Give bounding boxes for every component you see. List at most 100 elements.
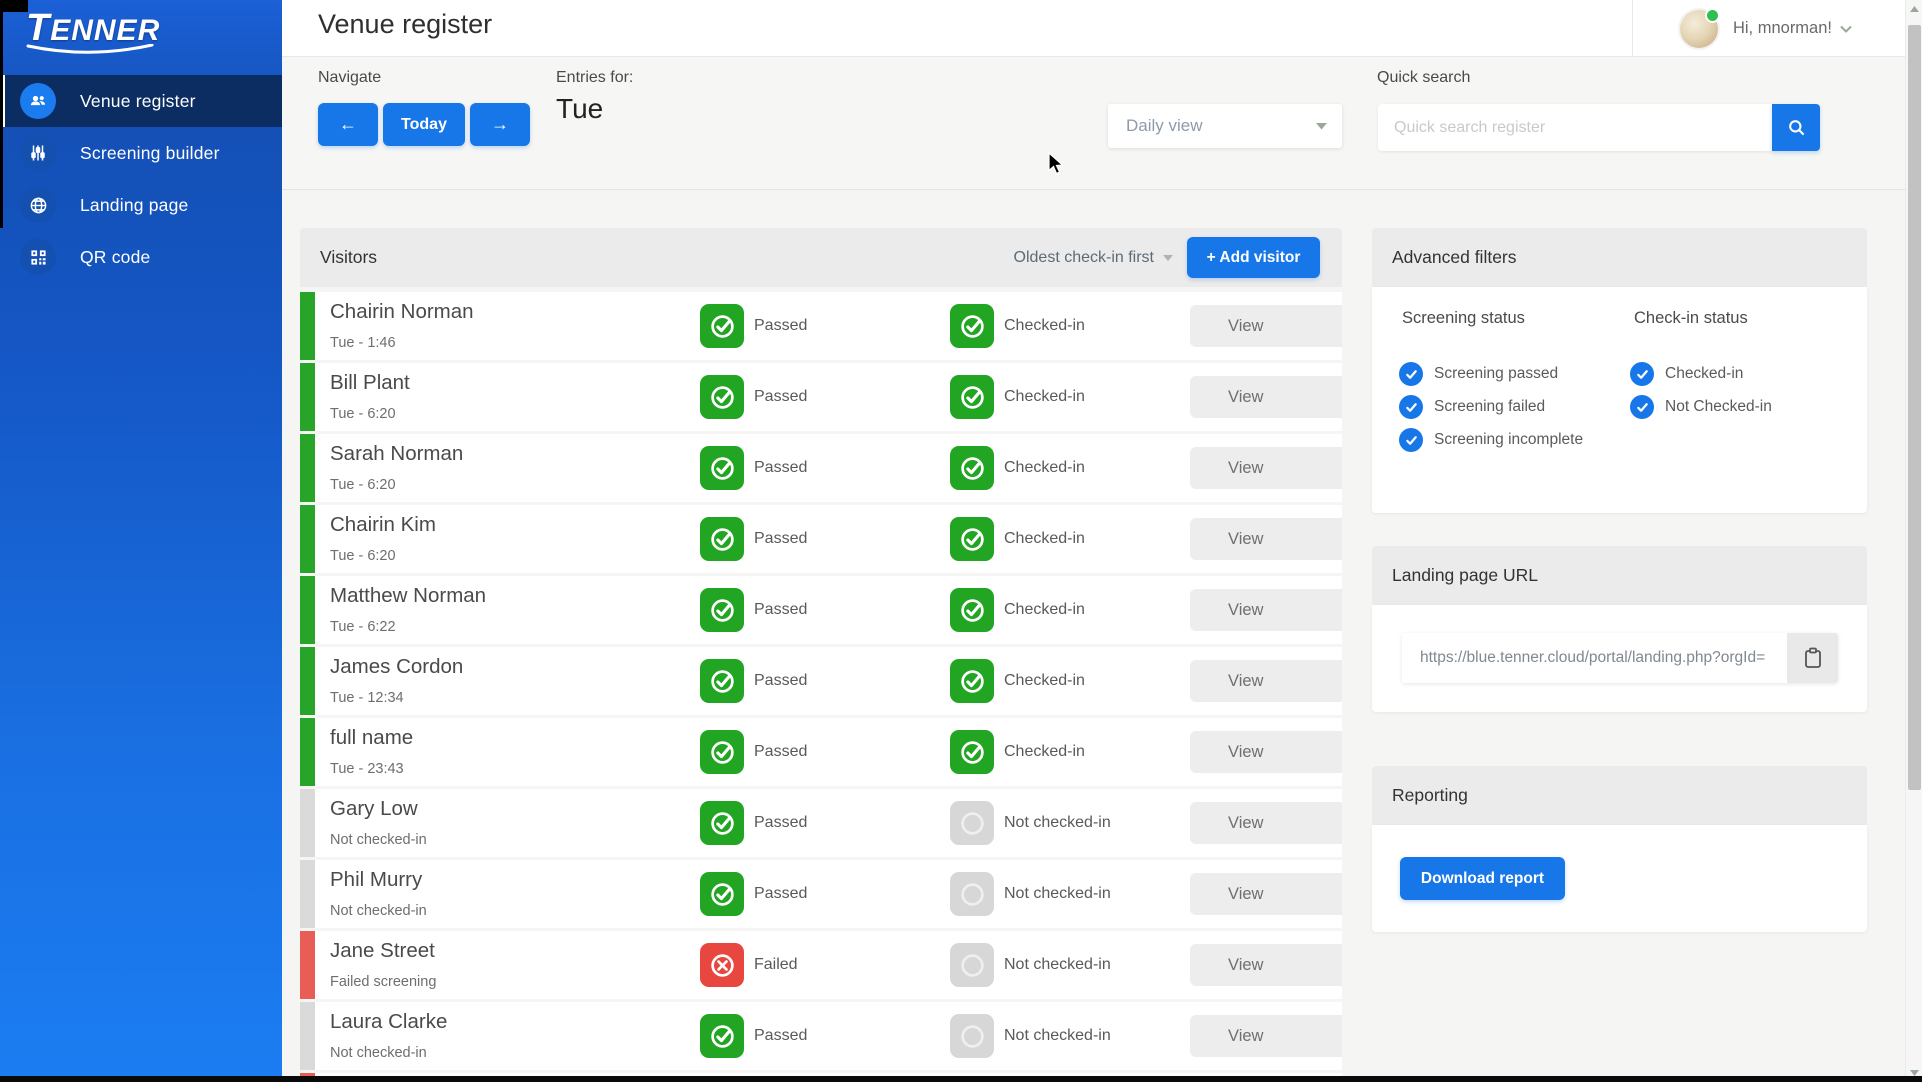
- copy-url-button[interactable]: [1787, 633, 1838, 683]
- sort-label: Oldest check-in first: [1013, 248, 1154, 266]
- page-scrollbar[interactable]: [1905, 0, 1922, 1082]
- visitor-name: Gary Low: [330, 797, 418, 820]
- reporting-body: Download report: [1372, 825, 1867, 932]
- row-status-bar: [300, 1002, 315, 1070]
- window-edge-artifact: [0, 0, 28, 12]
- sidebar-item-screening-builder[interactable]: Screening builder: [0, 127, 282, 179]
- filter-screening-passed[interactable]: Screening passed: [1399, 362, 1558, 386]
- screening-status-title: Screening status: [1402, 309, 1525, 327]
- visitor-subtitle: Not checked-in: [330, 903, 427, 919]
- reporting-title: Reporting: [1392, 785, 1468, 805]
- filter-screening-incomplete[interactable]: Screening incomplete: [1399, 428, 1583, 452]
- row-status-bar: [300, 718, 315, 786]
- brand-logo-text: TENNER: [26, 7, 161, 49]
- reporting-card: Reporting Download report: [1372, 766, 1867, 932]
- view-visitor-button[interactable]: View: [1190, 589, 1342, 631]
- visitor-row: Sarah Norman Tue - 6:20 Passed Checked-i…: [300, 434, 1342, 502]
- quick-search-input[interactable]: [1378, 104, 1772, 151]
- add-visitor-button[interactable]: + Add visitor: [1187, 237, 1320, 278]
- scroll-up-arrow-icon[interactable]: [1906, 0, 1922, 18]
- visitor-name: Chairin Kim: [330, 513, 436, 536]
- view-visitor-button[interactable]: View: [1190, 447, 1342, 489]
- row-status-bar: [300, 789, 315, 857]
- view-mode-value: Daily view: [1126, 116, 1203, 135]
- visitors-header: Visitors Oldest check-in first + Add vis…: [300, 228, 1342, 287]
- screening-status-icon: [700, 943, 744, 987]
- screening-status-icon: [700, 872, 744, 916]
- screening-status-label: Failed: [754, 956, 798, 973]
- globe-icon: [20, 187, 56, 223]
- sidebar-item-venue-register[interactable]: Venue register: [0, 75, 282, 127]
- landing-page-url-card: Landing page URL: [1372, 546, 1867, 712]
- visitor-name: Matthew Norman: [330, 584, 487, 607]
- checkin-status-label: Checked-in: [1004, 672, 1085, 689]
- sidebar: TENNER Venue register Screening builder …: [0, 0, 282, 1082]
- visitor-row: Jane Street Failed screening Failed Not …: [300, 931, 1342, 999]
- view-visitor-button[interactable]: View: [1190, 518, 1342, 560]
- view-visitor-button[interactable]: View: [1190, 731, 1342, 773]
- screening-status-label: Passed: [754, 885, 808, 902]
- clipboard-icon: [1804, 647, 1821, 668]
- checkin-status-label: Checked-in: [1004, 317, 1085, 334]
- view-visitor-button[interactable]: View: [1190, 305, 1342, 347]
- scrollbar-thumb[interactable]: [1908, 25, 1921, 790]
- checkin-status-icon: [950, 375, 994, 419]
- visitor-subtitle: Tue - 6:20: [330, 548, 396, 564]
- filter-label: Screening failed: [1434, 398, 1546, 415]
- row-status-bar: [300, 363, 315, 431]
- user-menu[interactable]: Hi, mnorman!: [1679, 0, 1852, 57]
- filter-label: Screening incomplete: [1434, 431, 1584, 448]
- today-button[interactable]: Today: [383, 103, 465, 146]
- download-report-button[interactable]: Download report: [1400, 857, 1565, 900]
- top-bar: Venue register Hi, mnorman!: [282, 0, 1922, 57]
- view-visitor-button[interactable]: View: [1190, 1015, 1342, 1057]
- navigate-label: Navigate: [318, 69, 382, 86]
- search-button[interactable]: [1772, 104, 1820, 151]
- view-visitor-button[interactable]: View: [1190, 660, 1342, 702]
- visitor-subtitle: Tue - 23:43: [330, 761, 404, 777]
- checkin-status-icon: [950, 872, 994, 916]
- filter-screening-failed[interactable]: Screening failed: [1399, 395, 1545, 419]
- next-day-button[interactable]: →: [470, 103, 530, 146]
- visitor-row: Chairin Norman Tue - 1:46 Passed Checked…: [300, 292, 1342, 360]
- view-visitor-button[interactable]: View: [1190, 802, 1342, 844]
- checkin-status-icon: [950, 659, 994, 703]
- screening-status-label: Passed: [754, 672, 808, 689]
- screening-status-icon: [700, 446, 744, 490]
- visitor-row: Matthew Norman Tue - 6:22 Passed Checked…: [300, 576, 1342, 644]
- sidebar-item-label: Landing page: [80, 194, 189, 215]
- landing-url-group: [1402, 633, 1838, 683]
- view-mode-select[interactable]: Daily view: [1108, 104, 1342, 148]
- screening-status-label: Passed: [754, 317, 808, 334]
- view-visitor-button[interactable]: View: [1190, 873, 1342, 915]
- entries-day-value: Tue: [556, 93, 604, 124]
- sort-dropdown[interactable]: Oldest check-in first: [1014, 228, 1174, 287]
- visitor-row: Chairin Kim Tue - 6:20 Passed Checked-in…: [300, 505, 1342, 573]
- screening-status-label: Passed: [754, 388, 808, 405]
- filter-checked-in[interactable]: Checked-in: [1630, 362, 1743, 386]
- sidebar-item-landing-page[interactable]: Landing page: [0, 179, 282, 231]
- row-status-bar: [300, 576, 315, 644]
- quick-search-label: Quick search: [1377, 69, 1471, 86]
- filter-not-checked-in[interactable]: Not Checked-in: [1630, 395, 1772, 419]
- advanced-filters-header: Advanced filters: [1372, 228, 1867, 287]
- chevron-down-icon: [1840, 25, 1852, 33]
- checkin-status-label: Not checked-in: [1004, 1027, 1111, 1044]
- checkbox-checked-icon: [1399, 428, 1423, 452]
- screening-status-icon: [700, 588, 744, 632]
- sidebar-item-qr-code[interactable]: QR code: [0, 231, 282, 283]
- checkin-status-icon: [950, 1014, 994, 1058]
- view-visitor-button[interactable]: View: [1190, 376, 1342, 418]
- visitor-row: Phil Murry Not checked-in Passed Not che…: [300, 860, 1342, 928]
- view-visitor-button[interactable]: View: [1190, 944, 1342, 986]
- app-window: TENNER Venue register Screening builder …: [0, 0, 1922, 1082]
- landing-url-input[interactable]: [1402, 633, 1787, 683]
- previous-day-button[interactable]: ←: [318, 103, 378, 146]
- avatar[interactable]: [1679, 7, 1720, 48]
- landing-page-url-body: [1372, 605, 1867, 712]
- topbar-divider: [1632, 0, 1633, 57]
- landing-page-url-title: Landing page URL: [1392, 565, 1538, 585]
- visitor-name: Bill Plant: [330, 371, 410, 394]
- checkin-status-icon: [950, 517, 994, 561]
- chevron-down-icon: [1163, 254, 1173, 261]
